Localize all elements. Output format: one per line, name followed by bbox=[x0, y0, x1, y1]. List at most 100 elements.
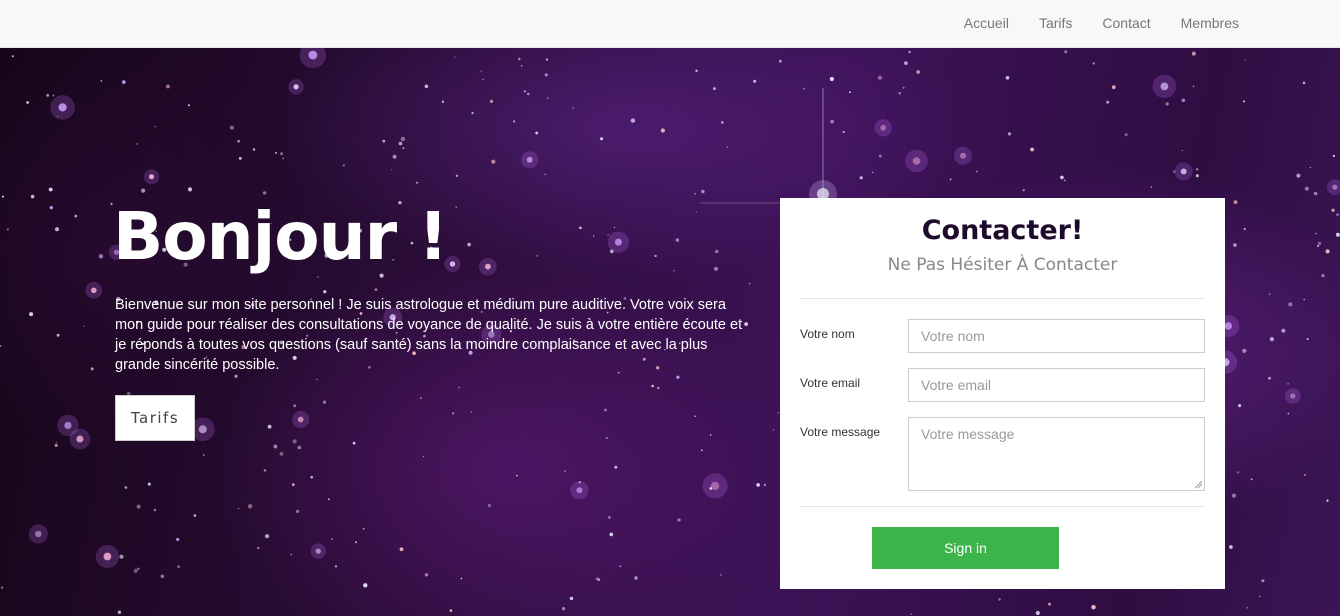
star bbox=[1269, 337, 1274, 342]
star bbox=[247, 504, 253, 509]
star bbox=[310, 475, 314, 479]
tarifs-button[interactable]: Tarifs bbox=[115, 395, 195, 441]
star bbox=[572, 107, 575, 109]
star bbox=[1064, 50, 1068, 54]
star bbox=[1331, 208, 1335, 212]
star bbox=[141, 188, 146, 193]
star bbox=[124, 486, 128, 489]
star bbox=[136, 143, 138, 145]
star bbox=[267, 424, 272, 429]
star bbox=[546, 97, 549, 99]
star bbox=[613, 226, 616, 228]
star bbox=[273, 444, 278, 449]
star bbox=[1106, 100, 1110, 104]
star bbox=[402, 147, 405, 149]
star bbox=[1243, 228, 1246, 230]
star bbox=[1281, 328, 1286, 333]
star bbox=[262, 191, 267, 195]
star bbox=[166, 84, 170, 89]
star bbox=[523, 90, 527, 93]
star bbox=[482, 78, 484, 81]
star bbox=[910, 613, 912, 615]
star-glow bbox=[143, 169, 160, 185]
star bbox=[29, 312, 34, 317]
star bbox=[763, 483, 767, 487]
star bbox=[518, 57, 521, 61]
star bbox=[564, 470, 566, 472]
star bbox=[830, 119, 834, 124]
star bbox=[877, 75, 882, 80]
star bbox=[520, 65, 523, 67]
nav-item-tarifs[interactable]: Tarifs bbox=[1024, 0, 1087, 48]
star bbox=[11, 55, 14, 58]
star bbox=[1196, 168, 1199, 171]
star bbox=[382, 139, 386, 143]
nav-item-accueil[interactable]: Accueil bbox=[949, 0, 1024, 48]
star bbox=[237, 139, 240, 143]
star bbox=[630, 118, 636, 123]
star bbox=[516, 474, 518, 477]
star bbox=[1335, 232, 1340, 237]
star bbox=[1242, 348, 1247, 353]
star bbox=[607, 234, 609, 236]
star bbox=[1150, 186, 1153, 188]
star-glow bbox=[95, 544, 119, 569]
star bbox=[1304, 186, 1309, 191]
star bbox=[654, 254, 657, 258]
star bbox=[1192, 85, 1195, 88]
star bbox=[701, 189, 705, 194]
star bbox=[98, 254, 104, 259]
name-input[interactable]: Votre nom bbox=[908, 319, 1205, 353]
star bbox=[527, 92, 530, 96]
star bbox=[842, 130, 845, 134]
star bbox=[1317, 245, 1319, 247]
star bbox=[234, 374, 238, 378]
star bbox=[694, 415, 696, 418]
star bbox=[470, 411, 472, 413]
star bbox=[316, 378, 318, 380]
star bbox=[1313, 191, 1318, 196]
star bbox=[1309, 167, 1311, 169]
star bbox=[569, 596, 574, 601]
star bbox=[1233, 200, 1238, 205]
email-input-placeholder: Votre email bbox=[921, 377, 992, 393]
star bbox=[604, 408, 607, 412]
star-glow bbox=[1174, 162, 1193, 181]
star bbox=[545, 58, 549, 61]
star bbox=[878, 154, 882, 158]
star bbox=[203, 454, 205, 456]
star-glow bbox=[479, 257, 497, 276]
sign-in-button[interactable]: Sign in bbox=[872, 527, 1059, 569]
star bbox=[374, 288, 378, 291]
resize-grip-icon[interactable] bbox=[1194, 480, 1203, 489]
star bbox=[257, 546, 260, 550]
star bbox=[1288, 302, 1293, 307]
star-glow bbox=[50, 95, 75, 120]
star bbox=[100, 80, 103, 82]
star bbox=[454, 56, 456, 58]
star bbox=[491, 159, 496, 164]
star-glow bbox=[299, 48, 327, 69]
star bbox=[54, 443, 58, 447]
star bbox=[193, 514, 197, 517]
star bbox=[1195, 174, 1199, 178]
star bbox=[713, 266, 719, 271]
star bbox=[291, 483, 295, 486]
star bbox=[1246, 606, 1249, 609]
star bbox=[83, 325, 85, 327]
message-textarea[interactable]: Votre message bbox=[908, 417, 1205, 491]
nav-item-membres[interactable]: Membres bbox=[1166, 0, 1254, 48]
star bbox=[424, 84, 429, 89]
star bbox=[1317, 241, 1322, 246]
star bbox=[424, 573, 429, 577]
star bbox=[908, 50, 911, 54]
star-glow bbox=[1152, 74, 1177, 99]
star bbox=[1048, 602, 1051, 606]
star bbox=[695, 69, 698, 72]
star bbox=[872, 171, 874, 173]
email-input[interactable]: Votre email bbox=[908, 368, 1205, 402]
star bbox=[709, 487, 713, 490]
star bbox=[187, 187, 193, 192]
nav-item-contact[interactable]: Contact bbox=[1087, 0, 1165, 48]
star bbox=[619, 565, 622, 568]
